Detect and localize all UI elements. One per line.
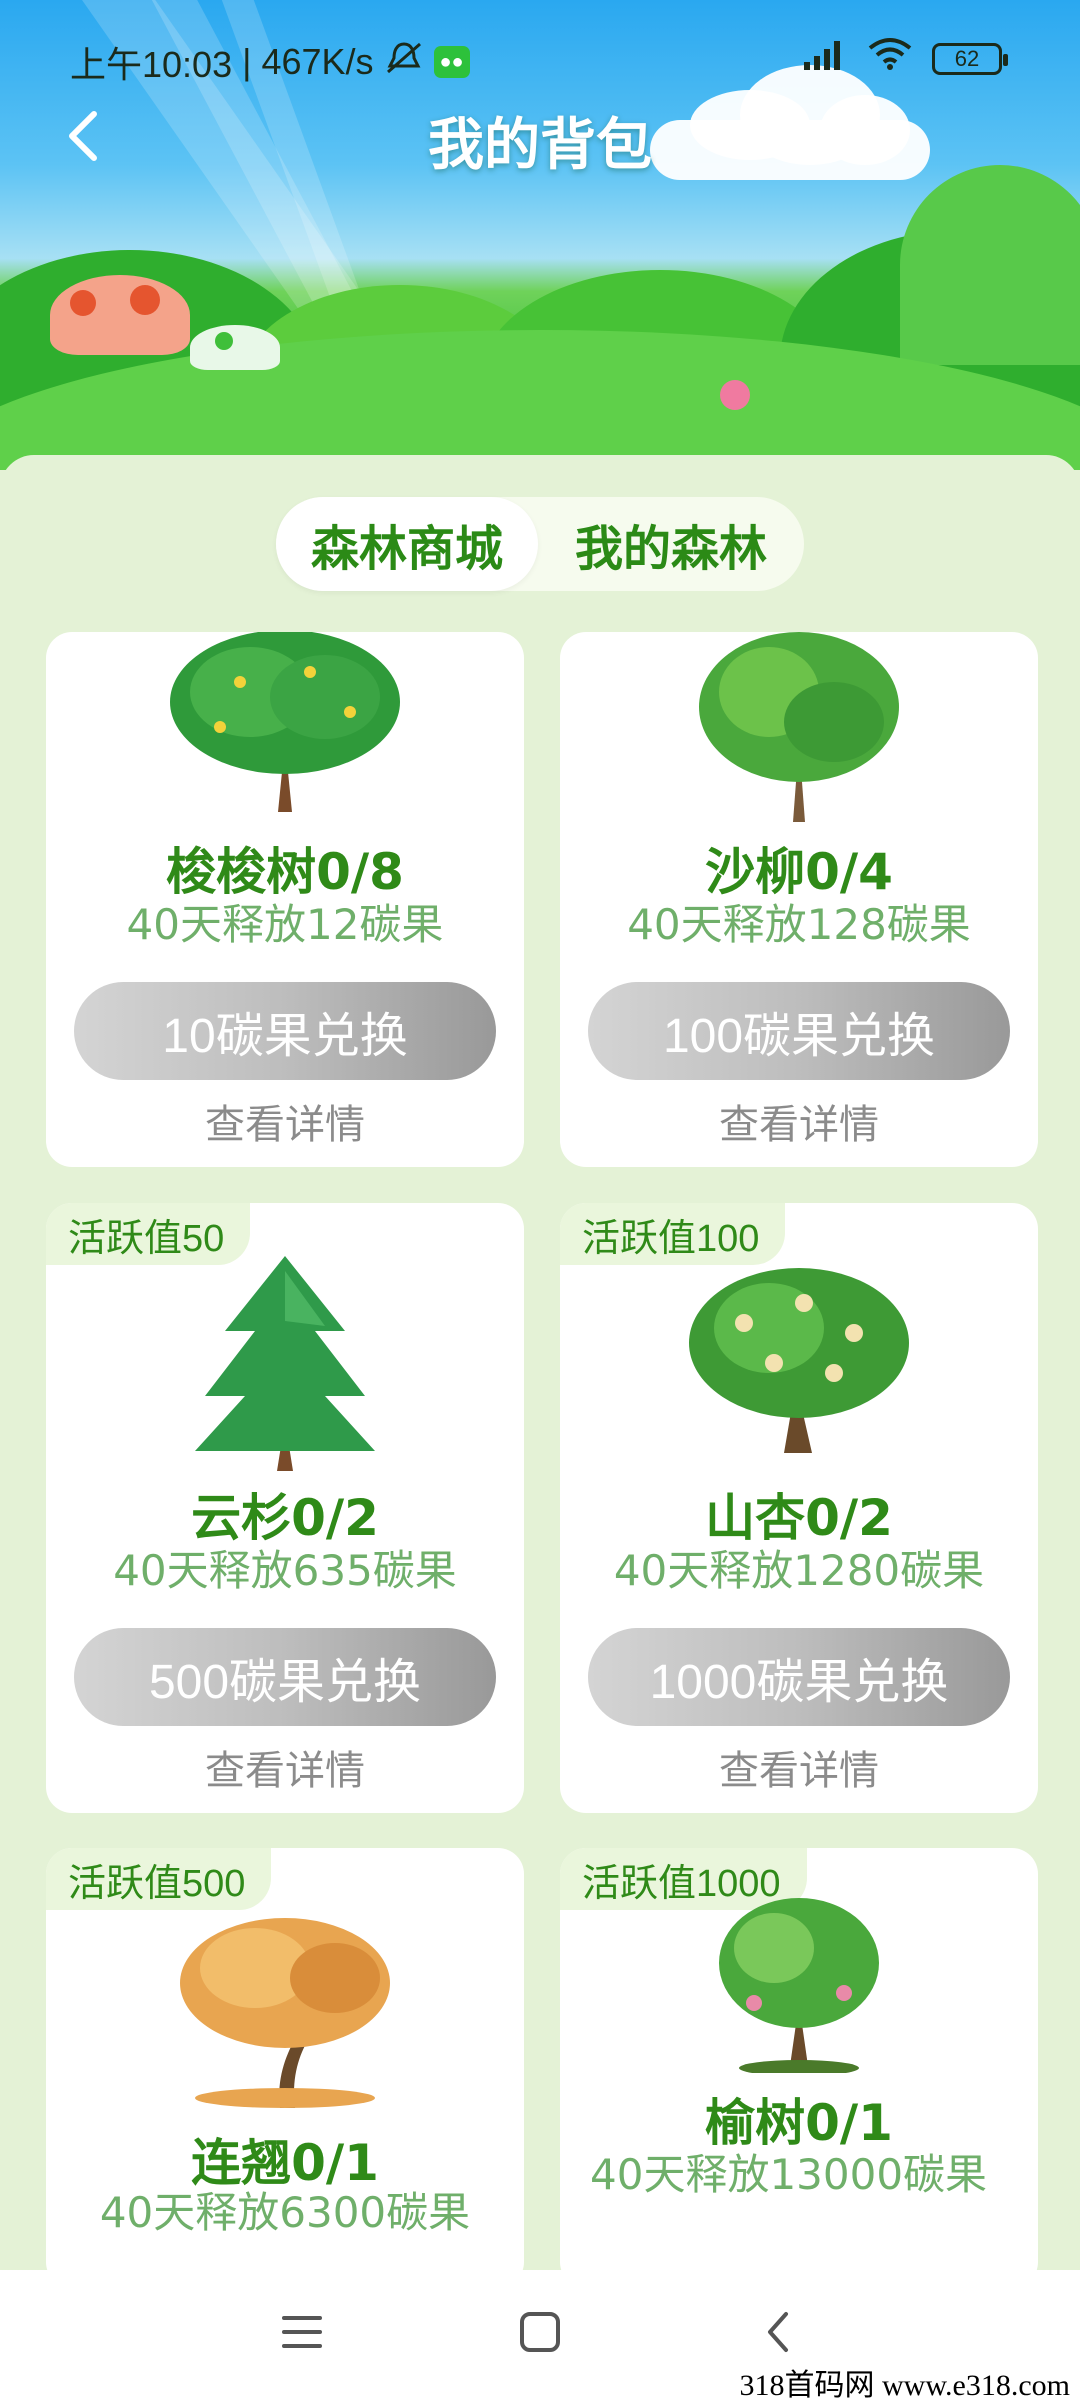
tree-image [170, 632, 400, 812]
tree-image [195, 1256, 375, 1471]
wifi-icon [866, 36, 914, 81]
mushroom [50, 275, 190, 355]
activity-badge: 活跃值100 [560, 1203, 786, 1265]
home-icon[interactable] [518, 2310, 562, 2354]
menu-icon[interactable] [280, 2310, 324, 2354]
exchange-button[interactable]: 100碳果兑换 [588, 982, 1010, 1080]
tab-forest-store[interactable]: 森林商城 [276, 497, 538, 591]
system-nav-bar: 318首码网 www.e318.com [0, 2270, 1080, 2400]
mushroom-spot [70, 290, 96, 316]
exchange-button[interactable]: 10碳果兑换 [74, 982, 496, 1080]
tab-my-forest[interactable]: 我的森林 [538, 497, 804, 591]
tree-name: 云杉0/2 [191, 1489, 379, 1547]
tree-image [719, 1898, 879, 2073]
tree-image [689, 1268, 909, 1453]
product-card: 活跃值100 山杏0/2 40天释放1280碳果 1000碳果兑换 查看详情 [560, 1203, 1038, 1813]
wechat-icon: ●● [433, 46, 470, 78]
tree-name: 山杏0/2 [705, 1489, 893, 1547]
hill [900, 165, 1080, 365]
tree-desc: 40天释放1280碳果 [613, 1546, 985, 1595]
flower [720, 380, 750, 410]
tab-bar: 森林商城 我的森林 [276, 497, 804, 591]
activity-badge: 活跃值500 [46, 1848, 272, 1910]
mushroom [190, 325, 280, 370]
view-details-link[interactable]: 查看详情 [46, 1092, 524, 1150]
exchange-button[interactable]: 1000碳果兑换 [588, 1628, 1010, 1726]
page-title: 我的背包 [428, 113, 652, 178]
view-details-link[interactable]: 查看详情 [560, 1092, 1038, 1150]
product-card: 活跃值1000 榆树0/1 40天释放13000碳果 [560, 1848, 1038, 2288]
view-details-link[interactable]: 查看详情 [560, 1738, 1038, 1796]
status-separator: | [242, 41, 252, 82]
tree-desc: 40天释放6300碳果 [99, 2188, 471, 2237]
tree-desc: 40天释放635碳果 [113, 1546, 457, 1595]
status-time: 上午10:03 [70, 44, 233, 85]
header-scene: 上午10:03 | 467K/s ●● 62 我的背包 [0, 0, 1080, 470]
nav-back-icon[interactable] [758, 2310, 802, 2354]
tree-name: 梭梭树0/8 [166, 843, 404, 901]
product-card: 活跃值500 连翘0/1 40天释放6300碳果 [46, 1848, 524, 2288]
mushroom-spot [215, 332, 233, 350]
tree-desc: 40天释放12碳果 [126, 900, 444, 949]
tree-name: 榆树0/1 [705, 2094, 893, 2152]
product-card: 梭梭树0/8 40天释放12碳果 10碳果兑换 查看详情 [46, 632, 524, 1167]
tree-image [699, 632, 899, 822]
tree-desc: 40天释放13000碳果 [590, 2150, 988, 2199]
status-net-speed: 467K/s [261, 41, 374, 82]
signal-icon [800, 36, 848, 81]
watermark: 318首码网 www.e318.com [729, 2360, 1080, 2400]
view-details-link[interactable]: 查看详情 [46, 1738, 524, 1796]
exchange-button[interactable]: 500碳果兑换 [74, 1628, 496, 1726]
status-bar: 上午10:03 | 467K/s ●● 62 [0, 0, 1080, 110]
tree-name: 连翘0/1 [191, 2134, 379, 2192]
tree-image [180, 1918, 390, 2108]
product-card: 活跃值50 云杉0/2 40天释放635碳果 500碳果兑换 查看详情 [46, 1203, 524, 1813]
mute-icon [384, 40, 424, 85]
tree-name: 沙柳0/4 [705, 843, 893, 901]
battery-indicator: 62 [932, 42, 1008, 75]
tree-desc: 40天释放128碳果 [627, 900, 971, 949]
mushroom-spot [130, 285, 160, 315]
product-card: 沙柳0/4 40天释放128碳果 100碳果兑换 查看详情 [560, 632, 1038, 1167]
